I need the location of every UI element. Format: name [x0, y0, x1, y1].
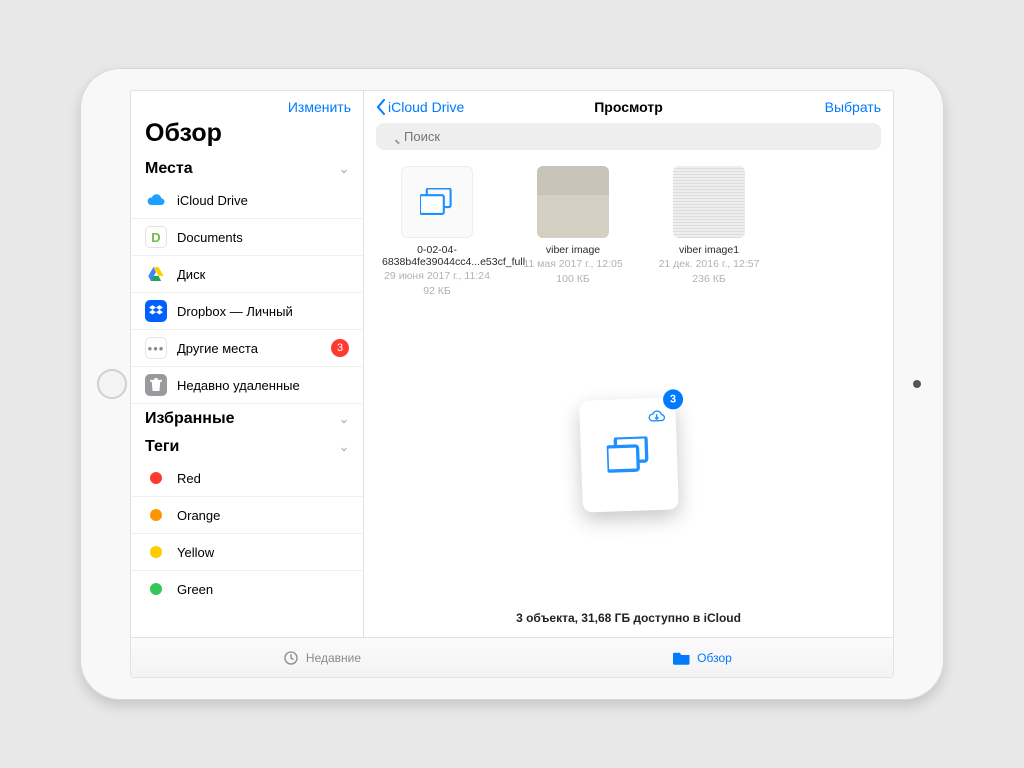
file-size: 236 КБ: [654, 273, 764, 286]
file-item[interactable]: viber image 11 мая 2017 г., 12:05 100 КБ: [518, 166, 628, 297]
tag-color-icon: [145, 467, 167, 489]
file-name: viber image: [518, 244, 628, 256]
section-favorites-label: Избранные: [145, 410, 235, 428]
sidebar-item-label: Диск: [177, 267, 349, 282]
main-content: iCloud Drive Просмотр Выбрать 0-0: [364, 91, 893, 637]
tag-green[interactable]: Green: [131, 571, 363, 607]
home-button[interactable]: [97, 369, 127, 399]
sidebar-item-label: Другие места: [177, 341, 321, 356]
sidebar-item-google-drive[interactable]: Диск: [131, 256, 363, 293]
drag-count-badge: 3: [662, 389, 683, 410]
file-thumbnail-icon: [401, 166, 473, 238]
search-icon: [376, 123, 881, 150]
tag-red[interactable]: Red: [131, 460, 363, 497]
sidebar-item-other-locations[interactable]: ••• Другие места 3: [131, 330, 363, 367]
tag-color-icon: [145, 541, 167, 563]
tag-label: Red: [177, 471, 349, 486]
chevron-left-icon: [376, 99, 386, 115]
file-item[interactable]: viber image1 21 дек. 2016 г., 12:57 236 …: [654, 166, 764, 297]
clock-icon: [282, 651, 300, 665]
folder-icon: [673, 651, 691, 665]
tab-browse[interactable]: Обзор: [512, 638, 893, 677]
sidebar-item-documents[interactable]: D Documents: [131, 219, 363, 256]
file-size: 92 КБ: [382, 285, 492, 298]
stack-icon: [606, 436, 651, 474]
documents-app-icon: D: [145, 226, 167, 248]
tab-label: Обзор: [697, 651, 732, 665]
file-name: viber image1: [654, 244, 764, 256]
tag-color-icon: [145, 578, 167, 600]
sidebar-item-label: iCloud Drive: [177, 193, 349, 208]
section-places-header[interactable]: Места ⌄: [131, 154, 363, 182]
section-tags-header[interactable]: Теги ⌄: [131, 432, 363, 460]
edit-button[interactable]: Изменить: [288, 99, 351, 115]
status-text: 3 объекта, 31,68 ГБ доступно в iCloud: [364, 605, 893, 637]
tag-label: Orange: [177, 508, 349, 523]
section-favorites-header[interactable]: Избранные ⌄: [131, 404, 363, 432]
tag-orange[interactable]: Orange: [131, 497, 363, 534]
file-name: 0-02-04-6838b4fe39044cc4...e53cf_full: [382, 244, 492, 268]
icloud-icon: [145, 189, 167, 211]
trash-icon: [145, 374, 167, 396]
file-date: 11 мая 2017 г., 12:05: [518, 258, 628, 271]
file-date: 29 июня 2017 г., 11:24: [382, 270, 492, 283]
sidebar-item-label: Dropbox — Личный: [177, 304, 349, 319]
back-label: iCloud Drive: [388, 99, 464, 115]
file-size: 100 КБ: [518, 273, 628, 286]
dropbox-icon: [145, 300, 167, 322]
camera-icon: [913, 380, 921, 388]
file-thumbnail-icon: [673, 166, 745, 238]
drag-preview[interactable]: 3: [579, 398, 679, 513]
sidebar: Изменить Обзор Места ⌄ iCloud Drive: [131, 91, 364, 637]
section-tags-label: Теги: [145, 438, 179, 456]
sidebar-item-label: Documents: [177, 230, 349, 245]
sidebar-item-label: Недавно удаленные: [177, 378, 349, 393]
tab-recents[interactable]: Недавние: [131, 638, 512, 677]
file-thumbnail-icon: [537, 166, 609, 238]
google-drive-icon: [145, 263, 167, 285]
sidebar-item-icloud-drive[interactable]: iCloud Drive: [131, 182, 363, 219]
cloud-download-icon: [647, 410, 666, 430]
file-item[interactable]: 0-02-04-6838b4fe39044cc4...e53cf_full 29…: [382, 166, 492, 297]
chevron-down-icon: ⌄: [339, 162, 349, 176]
tag-color-icon: [145, 504, 167, 526]
tag-label: Green: [177, 582, 349, 597]
tab-label: Недавние: [306, 651, 361, 665]
tag-yellow[interactable]: Yellow: [131, 534, 363, 571]
tag-label: Yellow: [177, 545, 349, 560]
sidebar-title: Обзор: [131, 117, 363, 154]
more-icon: •••: [145, 337, 167, 359]
chevron-down-icon: ⌄: [339, 412, 349, 426]
back-button[interactable]: iCloud Drive: [376, 99, 464, 115]
chevron-down-icon: ⌄: [339, 440, 349, 454]
sidebar-item-dropbox[interactable]: Dropbox — Личный: [131, 293, 363, 330]
sidebar-item-recently-deleted[interactable]: Недавно удаленные: [131, 367, 363, 404]
file-date: 21 дек. 2016 г., 12:57: [654, 258, 764, 271]
section-places-label: Места: [145, 160, 193, 178]
select-button[interactable]: Выбрать: [825, 99, 881, 115]
search-input[interactable]: [376, 123, 881, 150]
notification-badge: 3: [331, 339, 349, 357]
